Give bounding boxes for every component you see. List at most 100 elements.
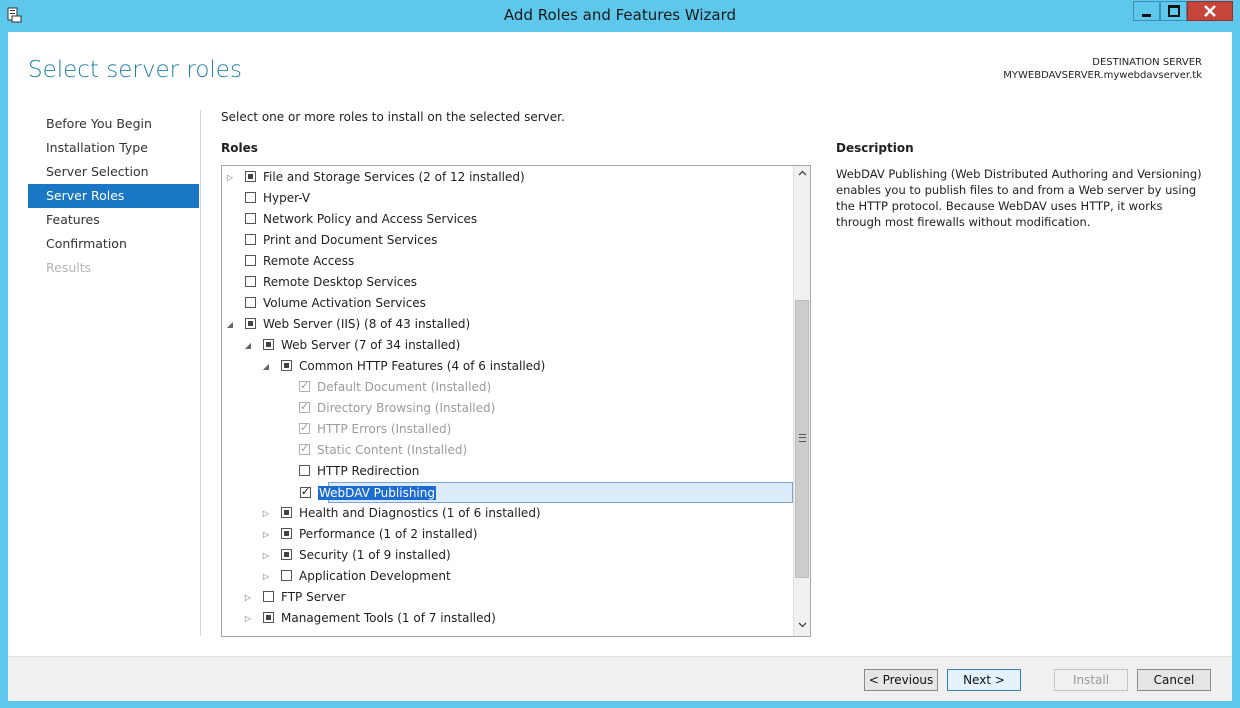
page-title: Select server roles <box>28 57 242 83</box>
destination-value: MYWEBDAVSERVER.mywebdavserver.tk <box>1003 70 1202 81</box>
next-button[interactable]: Next > <box>947 669 1021 691</box>
role-checkbox[interactable] <box>245 192 256 203</box>
nav-item[interactable]: Features <box>28 208 199 232</box>
tree-row[interactable]: ▷ Application Development <box>222 566 793 587</box>
tree-row[interactable]: Remote Access <box>222 251 793 272</box>
role-checkbox[interactable] <box>263 339 274 350</box>
cancel-button[interactable]: Cancel <box>1137 669 1211 691</box>
tree-row[interactable]: ▷ Health and Diagnostics (1 of 6 installe… <box>222 503 793 524</box>
collapsed-arrow-icon[interactable]: ▷ <box>262 509 270 518</box>
tree-row[interactable]: ▷ File and Storage Services (2 of 12 inst… <box>222 167 793 188</box>
chevron-down-icon <box>798 622 806 628</box>
collapsed-arrow-icon[interactable]: ▷ <box>244 614 252 623</box>
role-checkbox <box>299 421 310 434</box>
collapsed-arrow-icon[interactable]: ▷ <box>262 530 270 539</box>
role-checkbox[interactable] <box>300 485 311 498</box>
tree-row[interactable]: Default Document (Installed) <box>222 377 793 398</box>
description-text: WebDAV Publishing (Web Distributed Autho… <box>836 167 1202 229</box>
tree-row[interactable]: WebDAV Publishing <box>300 482 793 503</box>
role-checkbox[interactable] <box>245 255 256 266</box>
collapsed-arrow-icon[interactable]: ▷ <box>226 173 234 182</box>
tree-row[interactable]: HTTP Redirection <box>222 461 793 482</box>
nav-item[interactable]: Server Selection <box>28 160 199 184</box>
role-label: Remote Access <box>263 254 355 268</box>
role-label: Static Content (Installed) <box>317 443 468 457</box>
roles-tree[interactable]: ▷ File and Storage Services (2 of 12 inst… <box>221 165 811 637</box>
close-icon <box>1204 5 1216 17</box>
instruction-text: Select one or more roles to install on t… <box>221 110 565 124</box>
nav-divider <box>200 110 201 636</box>
nav-item[interactable]: Server Roles <box>28 184 199 208</box>
role-label: FTP Server <box>281 590 346 604</box>
role-checkbox[interactable] <box>245 213 256 224</box>
minimize-icon <box>1142 13 1151 17</box>
nav-item[interactable]: Before You Begin <box>28 112 199 136</box>
collapsed-arrow-icon[interactable]: ▷ <box>262 551 270 560</box>
title-bar: Add Roles and Features Wizard <box>0 0 1240 32</box>
role-checkbox[interactable] <box>281 360 292 371</box>
tree-row[interactable]: ▷ Security (1 of 9 installed) <box>222 545 793 566</box>
role-label: File and Storage Services (2 of 12 insta… <box>263 170 525 184</box>
role-label: Security (1 of 9 installed) <box>299 548 451 562</box>
maximize-button[interactable] <box>1160 1 1187 21</box>
role-checkbox[interactable] <box>299 465 310 476</box>
role-checkbox[interactable] <box>245 171 256 182</box>
window-title: Add Roles and Features Wizard <box>503 6 737 24</box>
scroll-up-button[interactable] <box>794 166 810 183</box>
role-label: Web Server (7 of 34 installed) <box>281 338 461 352</box>
collapsed-arrow-icon[interactable]: ▷ <box>262 572 270 581</box>
chevron-up-icon <box>798 170 806 176</box>
collapsed-arrow-icon[interactable]: ▷ <box>244 593 252 602</box>
tree-row[interactable]: Volume Activation Services <box>222 293 793 314</box>
expanded-arrow-icon[interactable]: ◢ <box>226 320 234 329</box>
description-heading: Description <box>836 141 914 155</box>
role-checkbox[interactable] <box>245 318 256 329</box>
role-checkbox <box>299 379 310 392</box>
tree-row[interactable]: ◢ Common HTTP Features (4 of 6 installed) <box>222 356 793 377</box>
tree-row[interactable]: ▷ Performance (1 of 2 installed) <box>222 524 793 545</box>
nav-item[interactable]: Confirmation <box>28 232 199 256</box>
scroll-thumb[interactable] <box>795 300 809 578</box>
role-checkbox[interactable] <box>245 276 256 287</box>
role-checkbox[interactable] <box>245 297 256 308</box>
role-label: Health and Diagnostics (1 of 6 installed… <box>299 506 541 520</box>
tree-row[interactable]: Static Content (Installed) <box>222 440 793 461</box>
role-label: Print and Document Services <box>263 233 438 247</box>
role-label: Application Development <box>299 569 451 583</box>
roles-scrollbar[interactable] <box>793 166 810 636</box>
tree-row[interactable]: Remote Desktop Services <box>222 272 793 293</box>
role-checkbox[interactable] <box>245 234 256 245</box>
previous-button[interactable]: < Previous <box>864 669 938 691</box>
destination-server: DESTINATION SERVER MYWEBDAVSERVER.mywebd… <box>1003 56 1202 82</box>
role-label: Directory Browsing (Installed) <box>317 401 496 415</box>
role-checkbox[interactable] <box>263 591 274 602</box>
install-button: Install <box>1054 669 1128 691</box>
role-checkbox[interactable] <box>263 612 274 623</box>
role-label: Web Server (IIS) (8 of 43 installed) <box>263 317 471 331</box>
role-label: Remote Desktop Services <box>263 275 418 289</box>
destination-label: DESTINATION SERVER <box>1092 57 1202 68</box>
nav-item: Results <box>46 260 92 275</box>
minimize-button[interactable] <box>1133 1 1160 21</box>
expanded-arrow-icon[interactable]: ◢ <box>244 341 252 350</box>
expanded-arrow-icon[interactable]: ◢ <box>262 362 270 371</box>
tree-row[interactable]: ▷ FTP Server <box>222 587 793 608</box>
role-checkbox[interactable] <box>281 507 292 518</box>
role-checkbox[interactable] <box>281 528 292 539</box>
tree-row[interactable]: Hyper-V <box>222 188 793 209</box>
tree-row[interactable]: ▷ Management Tools (1 of 7 installed) <box>222 608 793 629</box>
tree-row[interactable]: Network Policy and Access Services <box>222 209 793 230</box>
wizard-body: Select server roles DESTINATION SERVER M… <box>8 32 1232 701</box>
role-checkbox[interactable] <box>281 570 292 581</box>
roles-heading: Roles <box>221 141 258 155</box>
tree-row[interactable]: Print and Document Services <box>222 230 793 251</box>
nav-item[interactable]: Installation Type <box>28 136 199 160</box>
tree-row[interactable]: ◢ Web Server (7 of 34 installed) <box>222 335 793 356</box>
role-checkbox[interactable] <box>281 549 292 560</box>
role-label: HTTP Errors (Installed) <box>317 422 452 436</box>
close-button[interactable] <box>1187 1 1233 21</box>
tree-row[interactable]: ◢ Web Server (IIS) (8 of 43 installed) <box>222 314 793 335</box>
scroll-down-button[interactable] <box>794 618 810 635</box>
tree-row[interactable]: HTTP Errors (Installed) <box>222 419 793 440</box>
tree-row[interactable]: Directory Browsing (Installed) <box>222 398 793 419</box>
